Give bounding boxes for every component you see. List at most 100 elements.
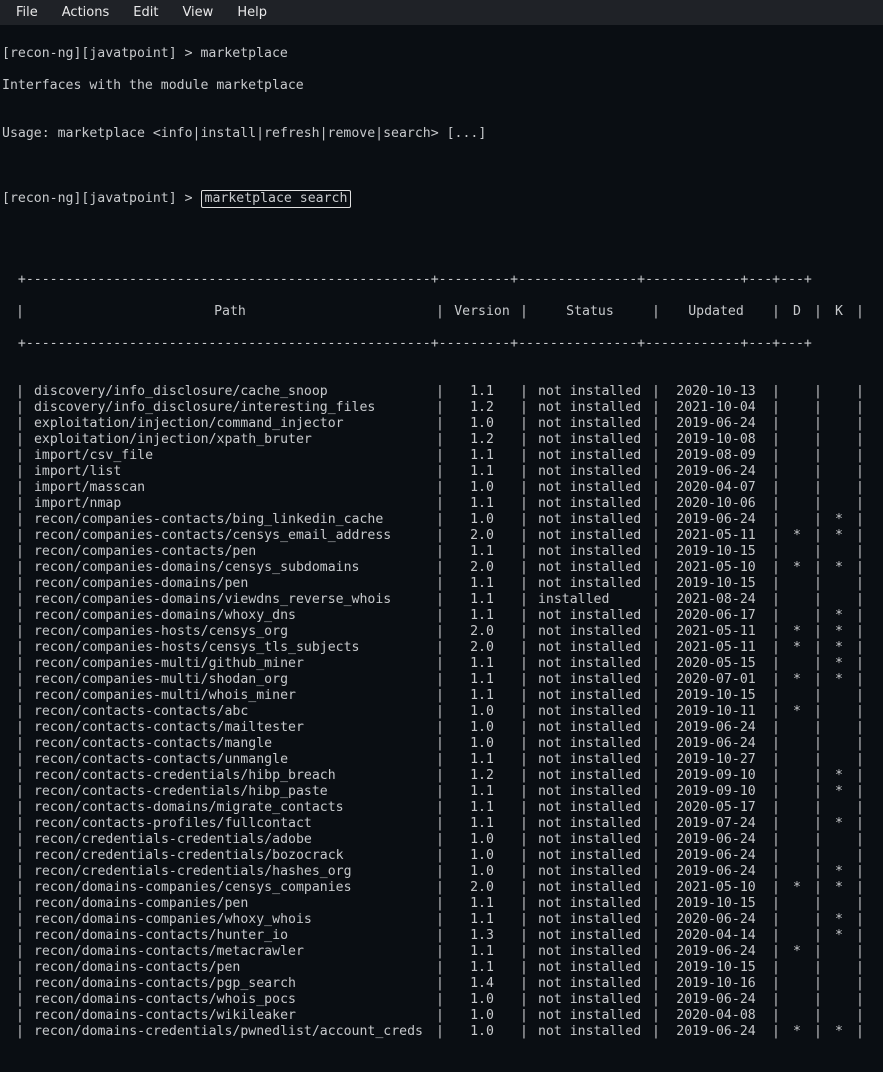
description-line: Interfaces with the module marketplace [2, 78, 881, 94]
cell-path: recon/companies-contacts/pen [26, 544, 434, 560]
cell-status: not installed [530, 1008, 650, 1024]
cell-k: * [824, 608, 854, 624]
cell-d [782, 848, 812, 864]
menu-actions[interactable]: Actions [50, 1, 122, 25]
cell-k [824, 464, 854, 480]
table-row: | recon/domains-contacts/pen|1.1| not in… [2, 960, 881, 976]
cell-version: 1.0 [446, 1008, 518, 1024]
cell-version: 1.1 [446, 656, 518, 672]
cell-status: not installed [530, 576, 650, 592]
cell-k [824, 576, 854, 592]
cell-status: not installed [530, 784, 650, 800]
cell-version: 1.0 [446, 864, 518, 880]
table-row: | recon/domains-contacts/pgp_search|1.4|… [2, 976, 881, 992]
cell-k [824, 448, 854, 464]
table-row: | recon/companies-multi/shodan_org|1.1| … [2, 672, 881, 688]
cell-path: recon/companies-domains/pen [26, 576, 434, 592]
cell-version: 1.1 [446, 464, 518, 480]
cell-version: 1.0 [446, 704, 518, 720]
cell-version: 1.2 [446, 400, 518, 416]
cell-path: recon/domains-companies/censys_companies [26, 880, 434, 896]
cell-d: * [782, 704, 812, 720]
cell-path: exploitation/injection/command_injector [26, 416, 434, 432]
table-row: | recon/contacts-domains/migrate_contact… [2, 800, 881, 816]
cell-d [782, 816, 812, 832]
cell-k [824, 848, 854, 864]
cell-path: recon/companies-multi/whois_miner [26, 688, 434, 704]
cell-version: 1.1 [446, 688, 518, 704]
table-row: | recon/companies-domains/whoxy_dns|1.1|… [2, 608, 881, 624]
cell-updated: 2019-06-24 [662, 992, 770, 1008]
cell-d [782, 592, 812, 608]
cell-status: not installed [530, 912, 650, 928]
usage-line: Usage: marketplace <info|install|refresh… [2, 126, 881, 142]
table-border-mid: +---------------------------------------… [2, 336, 881, 352]
table-row: | recon/contacts-contacts/mailtester|1.0… [2, 720, 881, 736]
cell-updated: 2020-05-17 [662, 800, 770, 816]
cell-k: * [824, 880, 854, 896]
cell-version: 1.0 [446, 512, 518, 528]
cell-k: * [824, 784, 854, 800]
cell-k: * [824, 624, 854, 640]
cell-k [824, 688, 854, 704]
cell-updated: 2021-05-10 [662, 560, 770, 576]
cell-path: exploitation/injection/xpath_bruter [26, 432, 434, 448]
command-highlight: marketplace search [201, 190, 352, 208]
cell-status: not installed [530, 512, 650, 528]
cell-status: not installed [530, 480, 650, 496]
cell-d [782, 384, 812, 400]
cell-version: 1.0 [446, 480, 518, 496]
col-updated: Updated [662, 304, 770, 320]
menu-edit[interactable]: Edit [121, 1, 170, 25]
cell-version: 1.0 [446, 832, 518, 848]
cell-updated: 2019-09-10 [662, 784, 770, 800]
cell-version: 1.1 [446, 752, 518, 768]
cell-updated: 2021-05-11 [662, 624, 770, 640]
cell-status: not installed [530, 384, 650, 400]
cell-d [782, 752, 812, 768]
cell-path: recon/companies-domains/whoxy_dns [26, 608, 434, 624]
cell-version: 1.1 [446, 496, 518, 512]
cell-path: discovery/info_disclosure/interesting_fi… [26, 400, 434, 416]
cell-k [824, 544, 854, 560]
cell-d [782, 432, 812, 448]
cell-status: not installed [530, 400, 650, 416]
cell-version: 1.0 [446, 848, 518, 864]
cell-k: * [824, 672, 854, 688]
cell-path: recon/companies-hosts/censys_org [26, 624, 434, 640]
cell-path: recon/domains-contacts/whois_pocs [26, 992, 434, 1008]
cell-path: recon/contacts-contacts/unmangle [26, 752, 434, 768]
menu-view[interactable]: View [170, 1, 225, 25]
cell-version: 2.0 [446, 880, 518, 896]
cell-version: 1.1 [446, 784, 518, 800]
menu-help[interactable]: Help [225, 1, 279, 25]
cell-updated: 2019-10-15 [662, 960, 770, 976]
cell-version: 2.0 [446, 528, 518, 544]
cell-version: 1.0 [446, 416, 518, 432]
cell-updated: 2019-10-15 [662, 688, 770, 704]
cell-version: 1.0 [446, 736, 518, 752]
terminal[interactable]: [recon-ng][javatpoint] > marketplace Int… [0, 26, 883, 1072]
cell-path: recon/contacts-credentials/hibp_breach [26, 768, 434, 784]
cell-path: recon/contacts-domains/migrate_contacts [26, 800, 434, 816]
cell-status: not installed [530, 432, 650, 448]
cell-status: not installed [530, 976, 650, 992]
table-row: | import/masscan|1.0| not installed|2020… [2, 480, 881, 496]
table-row: | recon/contacts-contacts/mangle|1.0| no… [2, 736, 881, 752]
cell-k [824, 592, 854, 608]
menu-file[interactable]: File [4, 1, 50, 25]
cell-updated: 2020-04-08 [662, 1008, 770, 1024]
cell-d [782, 864, 812, 880]
cell-updated: 2020-07-01 [662, 672, 770, 688]
cell-path: recon/credentials-credentials/bozocrack [26, 848, 434, 864]
cell-path: recon/contacts-contacts/mangle [26, 736, 434, 752]
cell-updated: 2021-05-11 [662, 640, 770, 656]
cell-path: import/nmap [26, 496, 434, 512]
cell-d: * [782, 880, 812, 896]
cell-version: 1.1 [446, 800, 518, 816]
cell-updated: 2021-08-24 [662, 592, 770, 608]
table-row: | recon/companies-domains/censys_subdoma… [2, 560, 881, 576]
cell-path: recon/credentials-credentials/hashes_org [26, 864, 434, 880]
cell-version: 1.1 [446, 816, 518, 832]
cell-path: recon/contacts-contacts/abc [26, 704, 434, 720]
